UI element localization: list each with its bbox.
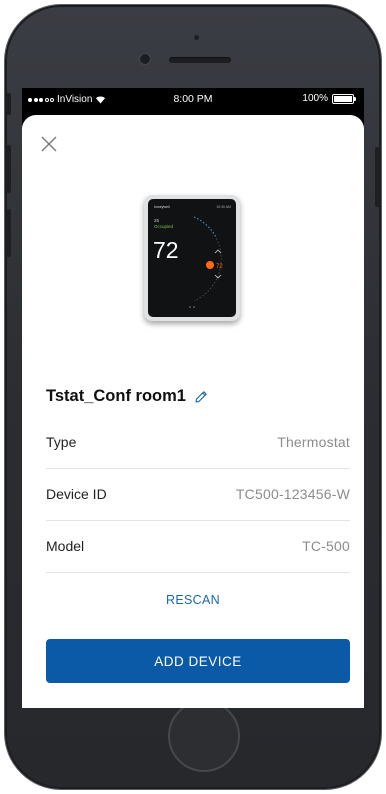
occupancy-mode: Occupied: [154, 224, 174, 229]
setpoint-dial-icon: 72: [189, 216, 223, 308]
device-title-row: Tstat_Conf room1: [46, 387, 208, 406]
setpoint-value: 72: [216, 264, 223, 270]
status-bar-right: 100%: [302, 93, 356, 104]
detail-value: Thermostat: [277, 434, 350, 450]
status-bar: InVision 8:00 PM 100%: [22, 88, 364, 112]
home-button[interactable]: [168, 700, 240, 772]
power-button: [375, 147, 380, 207]
detail-value: TC500-123456-W: [235, 486, 350, 502]
thermostat-image: honeywell 10:30 AM 25 Occupied 72 72: [144, 195, 240, 321]
earpiece-speaker: [169, 57, 231, 63]
thermostat-brand: honeywell: [154, 205, 170, 209]
detail-label: Device ID: [46, 486, 107, 502]
device-name: Tstat_Conf room1: [46, 387, 186, 405]
detail-row-device-id: Device ID TC500-123456-W: [46, 468, 350, 521]
mute-switch: [6, 93, 11, 115]
indoor-temperature: 72: [153, 237, 179, 263]
detail-row-model: Model TC-500: [46, 520, 350, 573]
thermostat-display: honeywell 10:30 AM 25 Occupied 72 72: [148, 199, 236, 317]
outdoor-temp: 25: [154, 218, 160, 223]
add-device-button[interactable]: ADD DEVICE: [46, 639, 350, 683]
rescan-button[interactable]: RESCAN: [22, 593, 364, 607]
add-device-sheet: honeywell 10:30 AM 25 Occupied 72 72 Tst…: [22, 115, 364, 708]
detail-value: TC-500: [302, 538, 350, 554]
volume-up-button: [6, 145, 11, 193]
battery-icon: [332, 93, 356, 104]
detail-label: Model: [46, 538, 85, 554]
screen: InVision 8:00 PM 100% honeywell 10:30 AM…: [22, 88, 364, 708]
detail-row-type: Type Thermostat: [46, 416, 350, 469]
front-camera: [139, 53, 151, 65]
pencil-icon[interactable]: [194, 390, 208, 404]
battery-percent: 100%: [302, 93, 328, 104]
volume-down-button: [6, 209, 11, 257]
detail-label: Type: [46, 434, 77, 450]
add-device-label: ADD DEVICE: [154, 653, 242, 669]
thermostat-status: 25 Occupied: [154, 218, 173, 230]
proximity-sensor: [194, 35, 199, 40]
close-icon[interactable]: [38, 133, 60, 155]
